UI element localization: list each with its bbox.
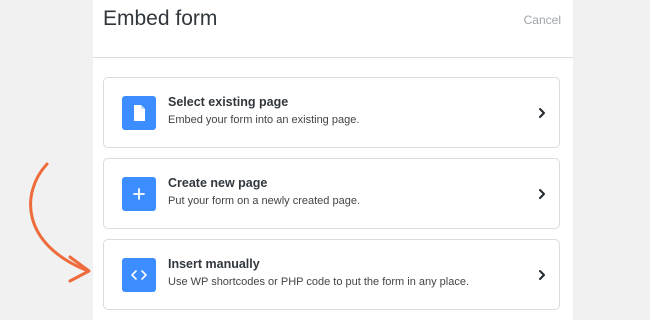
embed-form-modal: Embed form Cancel Select existing page E… (93, 0, 573, 320)
option-title: Select existing page (168, 95, 289, 109)
plus-icon (122, 177, 156, 211)
chevron-right-icon (537, 107, 547, 119)
option-create-new-page[interactable]: Create new page Put your form on a newly… (103, 158, 560, 229)
chevron-right-icon (537, 188, 547, 200)
option-description: Embed your form into an existing page. (168, 114, 360, 126)
document-icon (122, 96, 156, 130)
option-select-existing-page[interactable]: Select existing page Embed your form int… (103, 77, 560, 148)
chevron-right-icon (537, 269, 547, 281)
option-title: Create new page (168, 176, 268, 190)
cancel-button[interactable]: Cancel (524, 12, 561, 28)
option-title: Insert manually (168, 257, 260, 271)
option-description: Use WP shortcodes or PHP code to put the… (168, 276, 470, 288)
option-description: Put your form on a newly created page. (168, 195, 360, 207)
option-insert-manually[interactable]: Insert manually Use WP shortcodes or PHP… (103, 239, 560, 310)
modal-header: Embed form Cancel (93, 0, 573, 58)
modal-title: Embed form (103, 7, 218, 30)
code-icon (122, 258, 156, 292)
